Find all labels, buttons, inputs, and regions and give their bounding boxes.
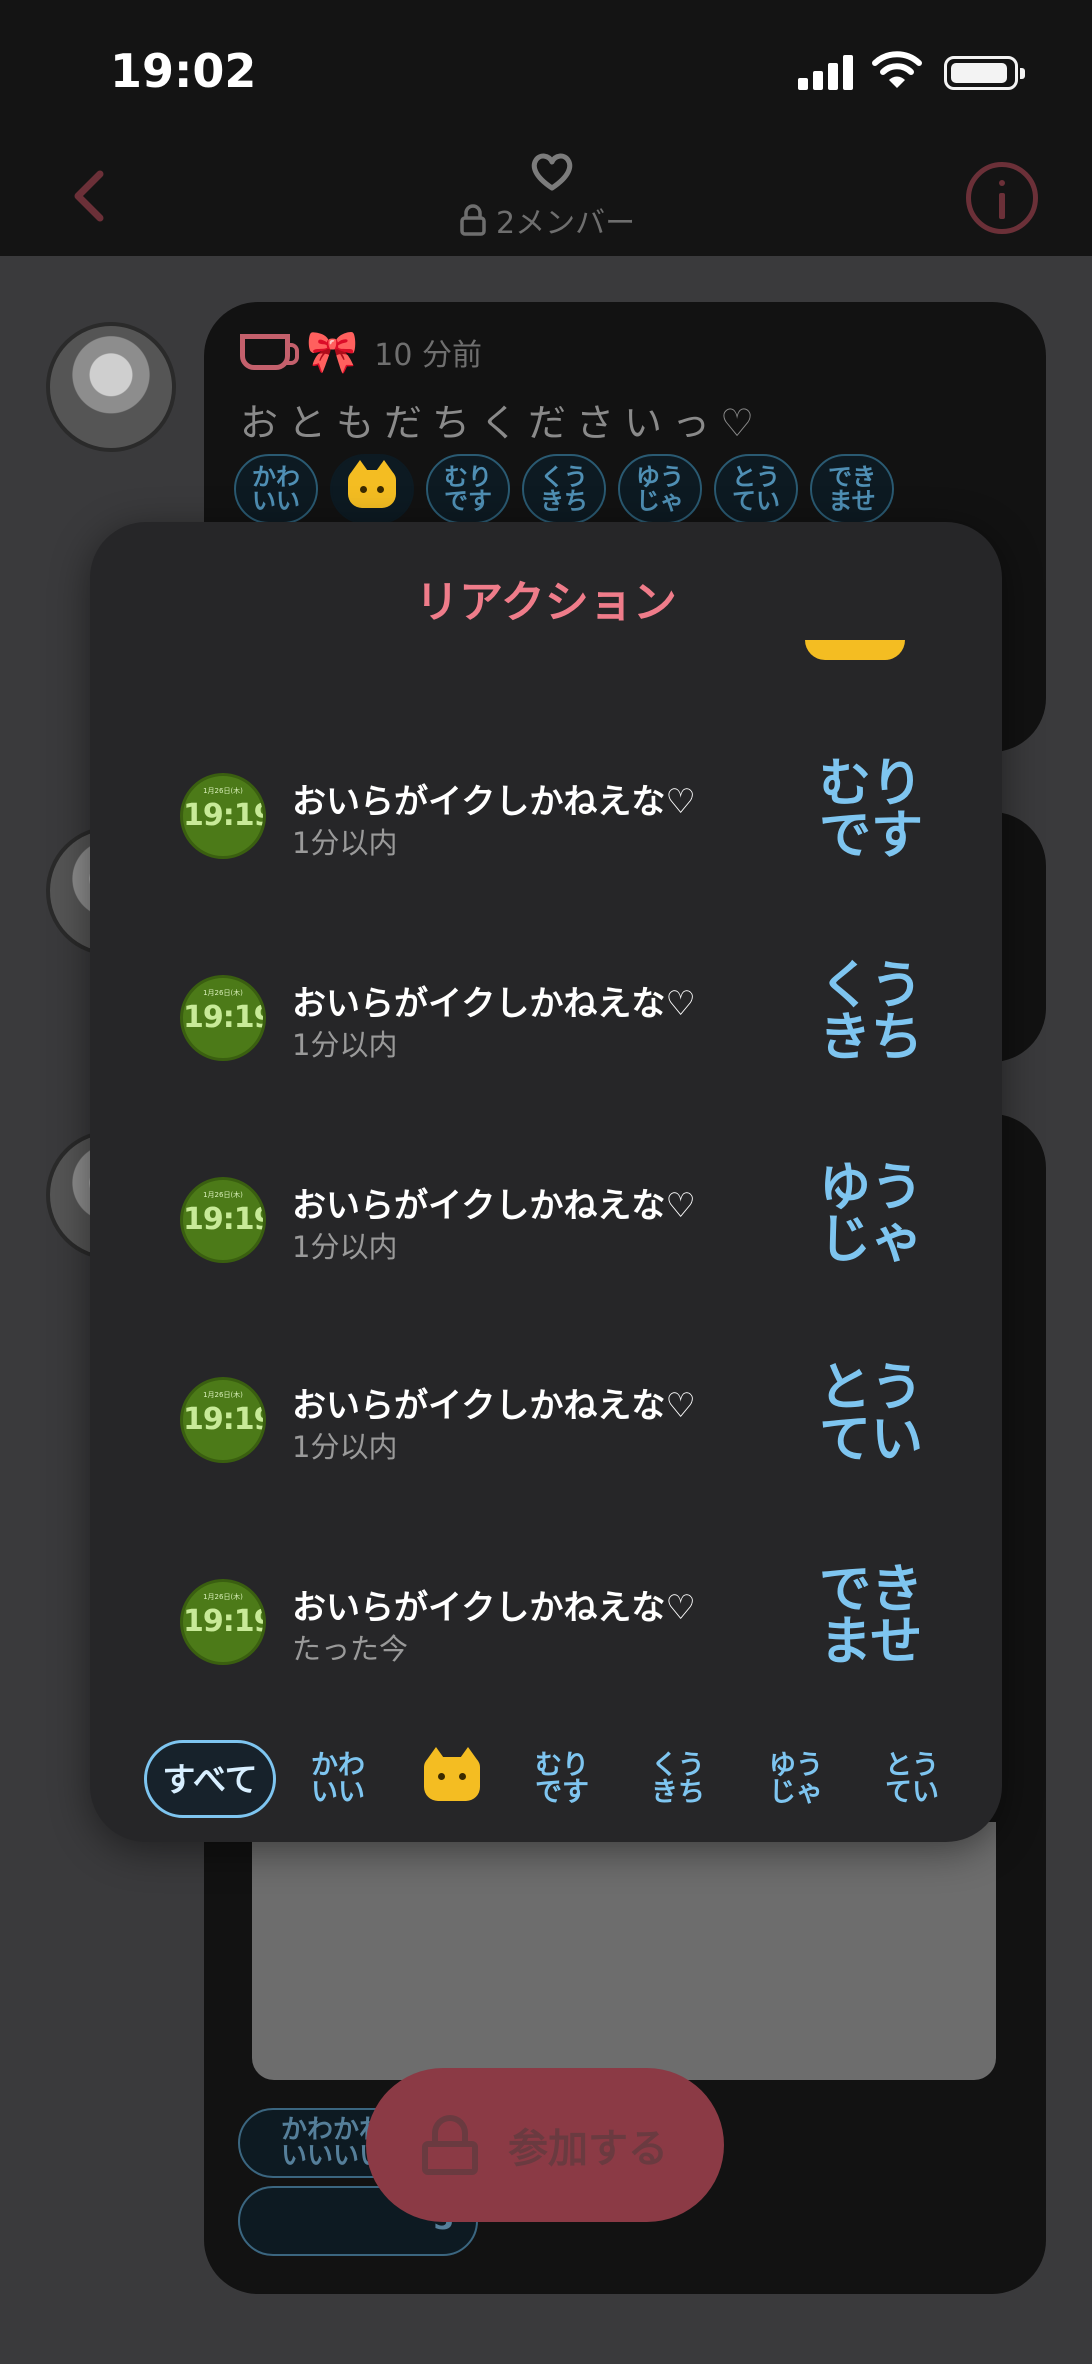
wifi-icon	[872, 51, 922, 88]
tab-yuuja[interactable]: ゆう じゃ	[748, 1740, 844, 1818]
join-button-label: 参加する	[508, 2126, 668, 2172]
chat-header: 2メンバー	[0, 140, 1092, 256]
post-image[interactable]	[252, 1822, 996, 2080]
reaction-row[interactable]: 1月26日(木) 19:19 おいらがイクしかねえな♡ 1分以内 とう てい	[90, 1344, 1002, 1494]
post-reaction-chips: かわ いい むり です くう きち ゆう じゃ とう てい でき ませ	[234, 454, 894, 524]
reaction-row[interactable]: 1月26日(木) 19:19 おいらがイクしかねえな♡ 1分以内 くう きち	[90, 942, 1002, 1092]
reaction-user-name: おいらがイクしかねえな♡	[292, 1186, 696, 1226]
reaction-chip-yuuja[interactable]: ゆう じゃ	[618, 454, 702, 524]
avatar-clock: 19:19	[183, 1402, 266, 1437]
avatar-date: 1月26日(木)	[203, 1593, 243, 1601]
avatar[interactable]	[46, 322, 176, 452]
avatar-clock: 19:19	[183, 798, 266, 833]
cat-icon	[805, 640, 905, 660]
signal-icon	[798, 54, 854, 90]
reaction-row[interactable]: 1月26日(木) 19:19 おいらがイクしかねえな♡ たった今 でき ませ	[90, 1546, 1002, 1696]
reaction-modal: リアクション 1月26日(木) 19:19 おいらがイクしかねえな♡ 1分以内 …	[90, 522, 1002, 1842]
battery-icon	[944, 56, 1025, 90]
chevron-left-icon[interactable]	[64, 166, 114, 226]
user-avatar[interactable]: 1月26日(木) 19:19	[180, 1377, 266, 1463]
post-text: おともだちくださいっ♡	[240, 401, 765, 445]
reaction-user-name: おいらがイクしかねえな♡	[292, 984, 696, 1024]
avatar-clock: 19:19	[183, 1202, 266, 1237]
reaction-chip-cat[interactable]	[330, 454, 414, 524]
ribbon-icon: 🎀	[306, 327, 359, 376]
reaction-label: くう きち	[818, 956, 923, 1068]
reaction-chip-kuukichi[interactable]: くう きち	[522, 454, 606, 524]
user-avatar[interactable]: 1月26日(木) 19:19	[180, 1579, 266, 1665]
user-avatar[interactable]: 1月26日(木) 19:19	[180, 773, 266, 859]
status-bar: 19:02	[0, 0, 1092, 140]
post-meta: 🎀 10 分前	[240, 330, 482, 374]
cat-icon	[348, 460, 396, 508]
reaction-label: でき ませ	[818, 1560, 923, 1672]
avatar-date: 1月26日(木)	[203, 1191, 243, 1199]
reaction-label: ゆう じゃ	[818, 1158, 923, 1270]
reaction-row[interactable]: 1月26日(木) 19:19 おいらがイクしかねえな♡ 1分以内 むり です	[90, 740, 1002, 890]
reaction-chip-dekimase[interactable]: でき ませ	[810, 454, 894, 524]
tab-kawaii[interactable]: かわ いい	[290, 1740, 386, 1818]
member-count: 2メンバー	[460, 200, 636, 241]
avatar-clock: 19:19	[183, 1604, 266, 1639]
avatar-date: 1月26日(木)	[203, 1391, 243, 1399]
avatar-date: 1月26日(木)	[203, 787, 243, 795]
reaction-time: 1分以内	[292, 1430, 398, 1464]
tab-muri[interactable]: むり です	[514, 1740, 610, 1818]
reaction-chip-kawaii[interactable]: かわ いい	[234, 454, 318, 524]
reaction-user-name: おいらがイクしかねえな♡	[292, 1386, 696, 1426]
reaction-label: むり です	[818, 754, 923, 866]
tab-toutei[interactable]: とう てい	[864, 1740, 960, 1818]
avatar-date: 1月26日(木)	[203, 989, 243, 997]
reaction-user-name: おいらがイクしかねえな♡	[292, 1588, 696, 1628]
reaction-user-name: おいらがイクしかねえな♡	[292, 782, 696, 822]
reaction-row[interactable]: 1月26日(木) 19:19 おいらがイクしかねえな♡ 1分以内 ゆう じゃ	[90, 1144, 1002, 1294]
tab-cat[interactable]	[404, 1740, 500, 1818]
lock-icon	[422, 2115, 478, 2175]
post-text-content: おともだちくださいっ	[240, 401, 721, 445]
member-count-label: 2メンバー	[496, 206, 636, 241]
cat-icon	[424, 1747, 480, 1801]
avatar-clock: 19:19	[183, 1000, 266, 1035]
reaction-tabbar: すべて かわ いい むり です くう きち ゆう じゃ とう てい	[90, 1740, 1002, 1840]
modal-title: リアクション	[415, 577, 677, 628]
lock-icon	[460, 204, 486, 236]
join-button[interactable]: 参加する	[366, 2068, 724, 2222]
heart-icon	[531, 153, 573, 191]
tab-all[interactable]: すべて	[144, 1740, 276, 1818]
reaction-time: 1分以内	[292, 1230, 398, 1264]
post-time: 10 分前	[374, 338, 483, 373]
reaction-chip-toutei[interactable]: とう てい	[714, 454, 798, 524]
reaction-chip-muri[interactable]: むり です	[426, 454, 510, 524]
reaction-label: とう てい	[818, 1358, 923, 1470]
info-icon[interactable]	[966, 162, 1038, 234]
tab-kuukichi[interactable]: くう きち	[630, 1740, 726, 1818]
reaction-time: 1分以内	[292, 826, 398, 860]
user-avatar[interactable]: 1月26日(木) 19:19	[180, 1177, 266, 1263]
reaction-time: 1分以内	[292, 1028, 398, 1062]
status-time: 19:02	[110, 44, 257, 98]
reaction-time: たった今	[292, 1632, 409, 1666]
user-avatar[interactable]: 1月26日(木) 19:19	[180, 975, 266, 1061]
cup-icon	[240, 334, 299, 370]
